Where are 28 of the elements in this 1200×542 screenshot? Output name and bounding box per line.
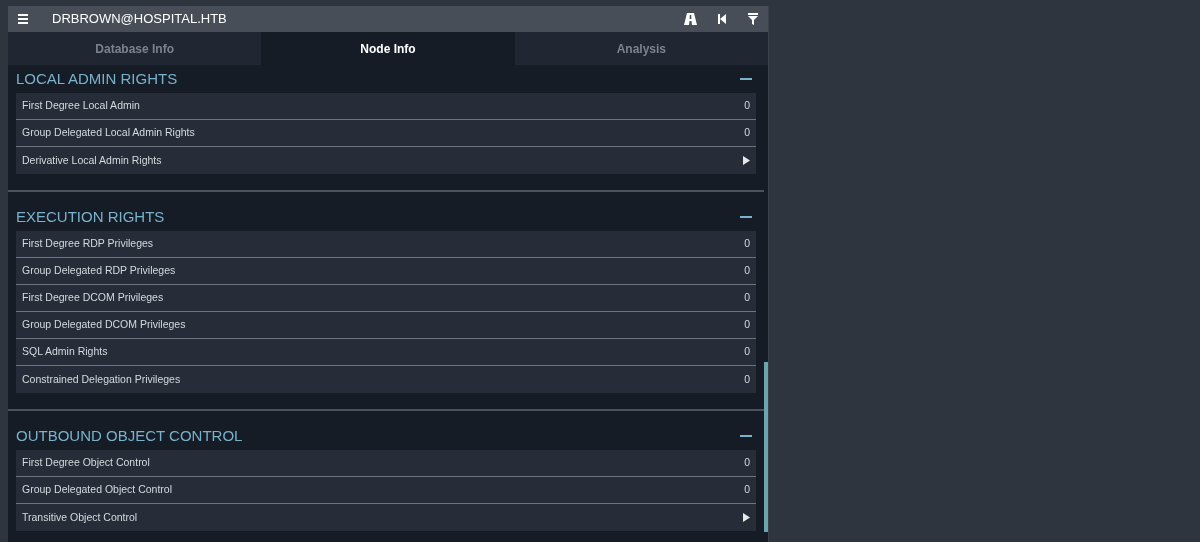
tab[interactable]: Analysis bbox=[514, 32, 768, 65]
list-row[interactable]: First Degree Object Control 0 bbox=[16, 450, 756, 477]
list-row[interactable]: SQL Admin Rights 0 bbox=[16, 339, 756, 366]
list-row[interactable]: Group Delegated RDP Privileges 0 bbox=[16, 258, 756, 285]
list-row[interactable]: Derivative Local Admin Rights bbox=[16, 147, 756, 174]
play-icon bbox=[743, 513, 750, 522]
minus-icon bbox=[740, 78, 752, 80]
menu-icon bbox=[18, 14, 28, 24]
play-icon bbox=[743, 156, 750, 165]
section-title: LOCAL ADMIN RIGHTS bbox=[16, 68, 178, 89]
list-row[interactable]: Group Delegated DCOM Privileges 0 bbox=[16, 312, 756, 339]
scrollbar-thumb[interactable] bbox=[764, 362, 768, 532]
list-row[interactable]: First Degree RDP Privileges 0 bbox=[16, 231, 756, 258]
road-icon bbox=[684, 13, 697, 25]
node-title: DRBROWN@HOSPITAL.HTB bbox=[52, 10, 227, 29]
tab[interactable]: Database Info bbox=[8, 32, 262, 65]
skip-back-icon bbox=[717, 14, 726, 24]
list-row[interactable]: Group Delegated Object Control 0 bbox=[16, 477, 756, 504]
filter-icon bbox=[747, 13, 758, 25]
list-row[interactable]: First Degree Local Admin 0 bbox=[16, 93, 756, 120]
section-title: EXECUTION RIGHTS bbox=[16, 206, 165, 227]
list-row[interactable]: Transitive Object Control bbox=[16, 504, 756, 531]
list-row[interactable]: Group Delegated Local Admin Rights 0 bbox=[16, 120, 756, 147]
list-row[interactable]: First Degree DCOM Privileges 0 bbox=[16, 285, 756, 312]
minus-icon bbox=[740, 435, 752, 437]
list-row[interactable]: Constrained Delegation Privileges 0 bbox=[16, 366, 756, 393]
minus-icon bbox=[740, 216, 752, 218]
section-title: OUTBOUND OBJECT CONTROL bbox=[16, 425, 243, 446]
